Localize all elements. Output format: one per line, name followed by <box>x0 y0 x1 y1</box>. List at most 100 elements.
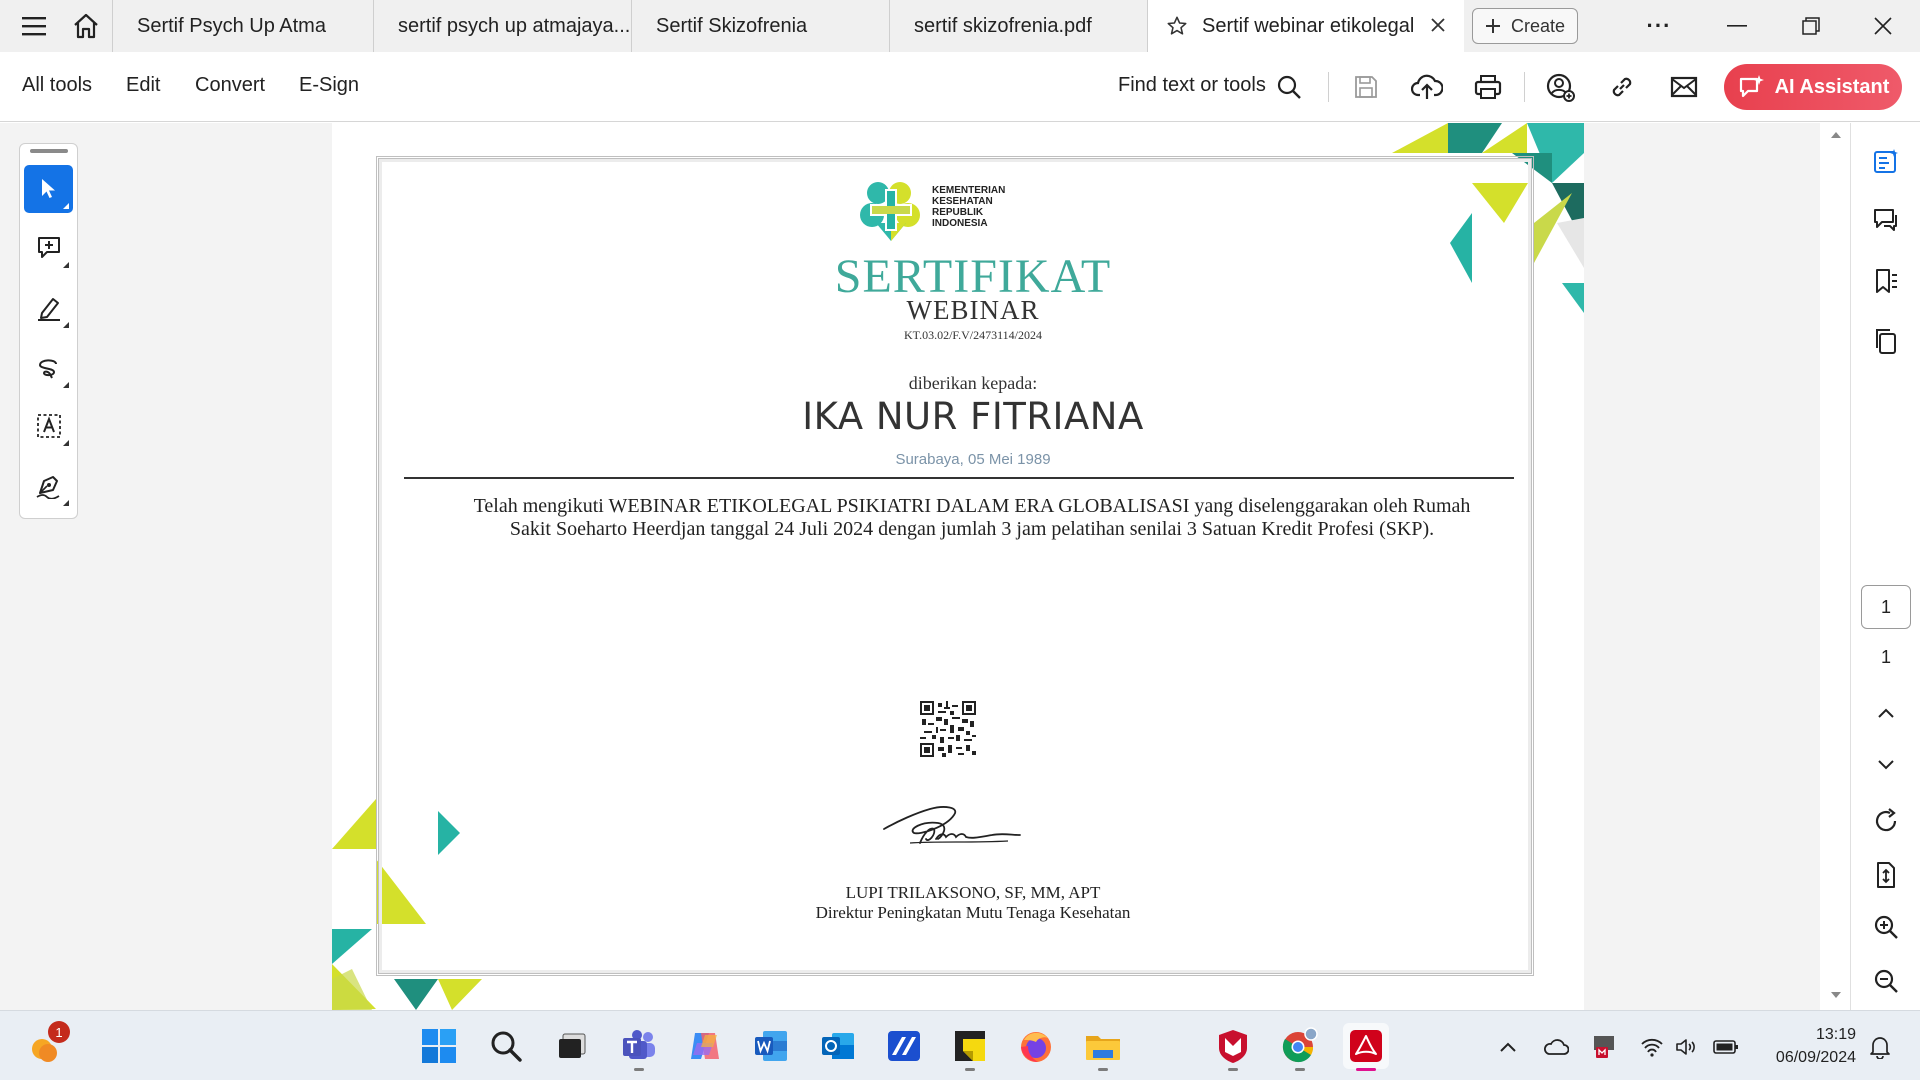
sign-tool[interactable] <box>24 462 73 510</box>
menu-e-sign[interactable]: E-Sign <box>299 74 359 97</box>
running-indicator <box>1098 1068 1108 1071</box>
page-thumbnails-icon[interactable] <box>1866 321 1906 361</box>
next-page-icon[interactable] <box>1866 745 1906 785</box>
cursor-arrow-icon <box>41 179 55 198</box>
clock-time: 13:19 <box>1815 1026 1856 1043</box>
text-box-icon <box>36 414 61 438</box>
onedrive-icon[interactable] <box>1542 1033 1570 1061</box>
email-icon[interactable] <box>1665 68 1703 106</box>
star-icon[interactable] <box>1166 15 1188 37</box>
signer-name: LUPI TRILAKSONO, SF, MM, APT <box>845 883 1101 902</box>
copilot-icon[interactable] <box>682 1023 728 1069</box>
create-label: Create <box>1510 15 1566 36</box>
highlight-tool[interactable] <box>24 284 73 332</box>
create-button[interactable]: Create <box>1472 8 1578 44</box>
certificate-subtitle: WEBINAR <box>906 295 1040 325</box>
acrobat-icon[interactable] <box>1343 1023 1389 1071</box>
outlook-icon[interactable] <box>815 1023 861 1069</box>
running-indicator <box>1228 1068 1238 1071</box>
text-tool[interactable] <box>24 402 73 450</box>
ai-assistant-icon <box>1739 75 1764 98</box>
file-explorer-icon[interactable] <box>1080 1023 1126 1071</box>
search-taskbar-icon[interactable] <box>483 1023 529 1069</box>
tab-label: Sertif Psych Up Atma <box>137 14 326 37</box>
ministry-name: KEMENTERIAN KESEHATAN REPUBLIK INDONESIA <box>932 185 1006 229</box>
minimize-icon[interactable] <box>1706 0 1768 52</box>
more-options-icon[interactable]: ··· <box>1628 0 1690 52</box>
task-view-icon[interactable] <box>549 1023 595 1069</box>
tab-sertif-webinar-etikolegal[interactable]: Sertif webinar etikolegal <box>1148 0 1464 52</box>
notification-badge: 1 <box>48 1021 70 1043</box>
tab-label: Sertif webinar etikolegal <box>1202 14 1415 37</box>
main-toolbar: All tools Edit Convert E-Sign Find text … <box>0 52 1920 122</box>
mcafee-tray-icon[interactable] <box>1590 1033 1618 1061</box>
battery-icon[interactable] <box>1712 1033 1740 1061</box>
teams-icon[interactable] <box>616 1023 662 1071</box>
menu-all-tools[interactable]: All tools <box>22 74 92 97</box>
scroll-down-arrow-icon[interactable] <box>1830 991 1842 999</box>
divider-line <box>404 477 1514 479</box>
notification-bell-icon[interactable] <box>1866 1033 1894 1061</box>
right-side-panel: 1 1 <box>1850 123 1920 1010</box>
freehand-draw-icon <box>38 359 57 379</box>
chrome-icon[interactable] <box>1277 1023 1323 1071</box>
window-close-icon[interactable] <box>1852 0 1914 52</box>
home-icon[interactable] <box>58 0 114 52</box>
mcafee-icon[interactable] <box>1210 1023 1256 1071</box>
running-indicator <box>1295 1068 1305 1071</box>
close-icon[interactable] <box>1428 15 1448 41</box>
given-to-label: diberikan kepada: <box>908 373 1038 393</box>
running-indicator <box>1356 1068 1376 1071</box>
draw-tool[interactable] <box>24 344 73 392</box>
tab-sertif-psych-up-atma[interactable]: Sertif Psych Up Atma <box>112 0 374 52</box>
signature-image <box>883 806 1021 844</box>
tab-sertif-skizofrenia[interactable]: Sertif Skizofrenia <box>632 0 890 52</box>
tab-label: sertif psych up atmajaya.... <box>398 14 632 37</box>
word-icon[interactable] <box>748 1023 794 1069</box>
show-hidden-icons-chevron-icon[interactable] <box>1494 1033 1522 1061</box>
restore-icon[interactable] <box>1780 0 1842 52</box>
drag-handle[interactable] <box>30 149 68 153</box>
print-icon[interactable] <box>1469 68 1507 106</box>
zoom-in-icon[interactable] <box>1866 907 1906 947</box>
volume-icon[interactable] <box>1672 1033 1700 1061</box>
tab-sertif-skizofrenia-pdf[interactable]: sertif skizofrenia.pdf <box>890 0 1148 52</box>
quick-tools-panel <box>19 143 78 519</box>
edit-pdf-icon[interactable] <box>1866 141 1906 181</box>
bookmarks-icon[interactable] <box>1866 261 1906 301</box>
start-windows-icon[interactable] <box>416 1023 462 1069</box>
current-page-input[interactable]: 1 <box>1861 585 1911 629</box>
wifi-icon[interactable] <box>1638 1033 1666 1061</box>
menu-edit[interactable]: Edit <box>126 74 160 97</box>
search-icon[interactable] <box>1270 68 1308 106</box>
photo-editor-icon[interactable] <box>881 1023 927 1069</box>
scroll-up-arrow-icon[interactable] <box>1830 131 1842 139</box>
ai-assistant-button[interactable]: AI Assistant <box>1724 64 1902 110</box>
scroll-mode-icon[interactable] <box>1866 855 1906 895</box>
link-icon[interactable] <box>1603 68 1641 106</box>
toolbar-divider <box>1524 72 1525 102</box>
add-comment-tool[interactable] <box>24 224 73 272</box>
find-text-or-tools[interactable]: Find text or tools <box>1118 74 1266 97</box>
system-clock[interactable]: 13:19 06/09/2024 <box>1756 1023 1856 1069</box>
select-tool[interactable] <box>24 165 73 213</box>
toolbar-divider <box>1328 72 1329 102</box>
hamburger-menu-icon[interactable] <box>6 0 62 52</box>
windows-taskbar: 1 13:19 06/09/2024 <box>0 1010 1920 1080</box>
vertical-scrollbar[interactable] <box>1820 123 1850 1010</box>
zoom-out-icon[interactable] <box>1866 961 1906 1001</box>
recipient-name: IKA NUR FITRIANA <box>802 395 1144 438</box>
share-user-icon[interactable] <box>1541 68 1579 106</box>
menu-convert[interactable]: Convert <box>195 74 265 97</box>
fountain-pen-sign-icon <box>36 476 59 499</box>
clock-date: 06/09/2024 <box>1775 1049 1856 1066</box>
firefox-icon[interactable] <box>1013 1023 1059 1069</box>
save-icon[interactable] <box>1347 68 1385 106</box>
comments-icon[interactable] <box>1866 201 1906 241</box>
rotate-icon[interactable] <box>1866 801 1906 841</box>
signer-role: Direktur Peningkatan Mutu Tenaga Kesehat… <box>815 903 1131 922</box>
cloud-upload-icon[interactable] <box>1408 68 1446 106</box>
previous-page-icon[interactable] <box>1866 693 1906 733</box>
sticky-notes-icon[interactable] <box>947 1023 993 1071</box>
tab-sertif-psych-up-atmajaya[interactable]: sertif psych up atmajaya.... <box>374 0 632 52</box>
